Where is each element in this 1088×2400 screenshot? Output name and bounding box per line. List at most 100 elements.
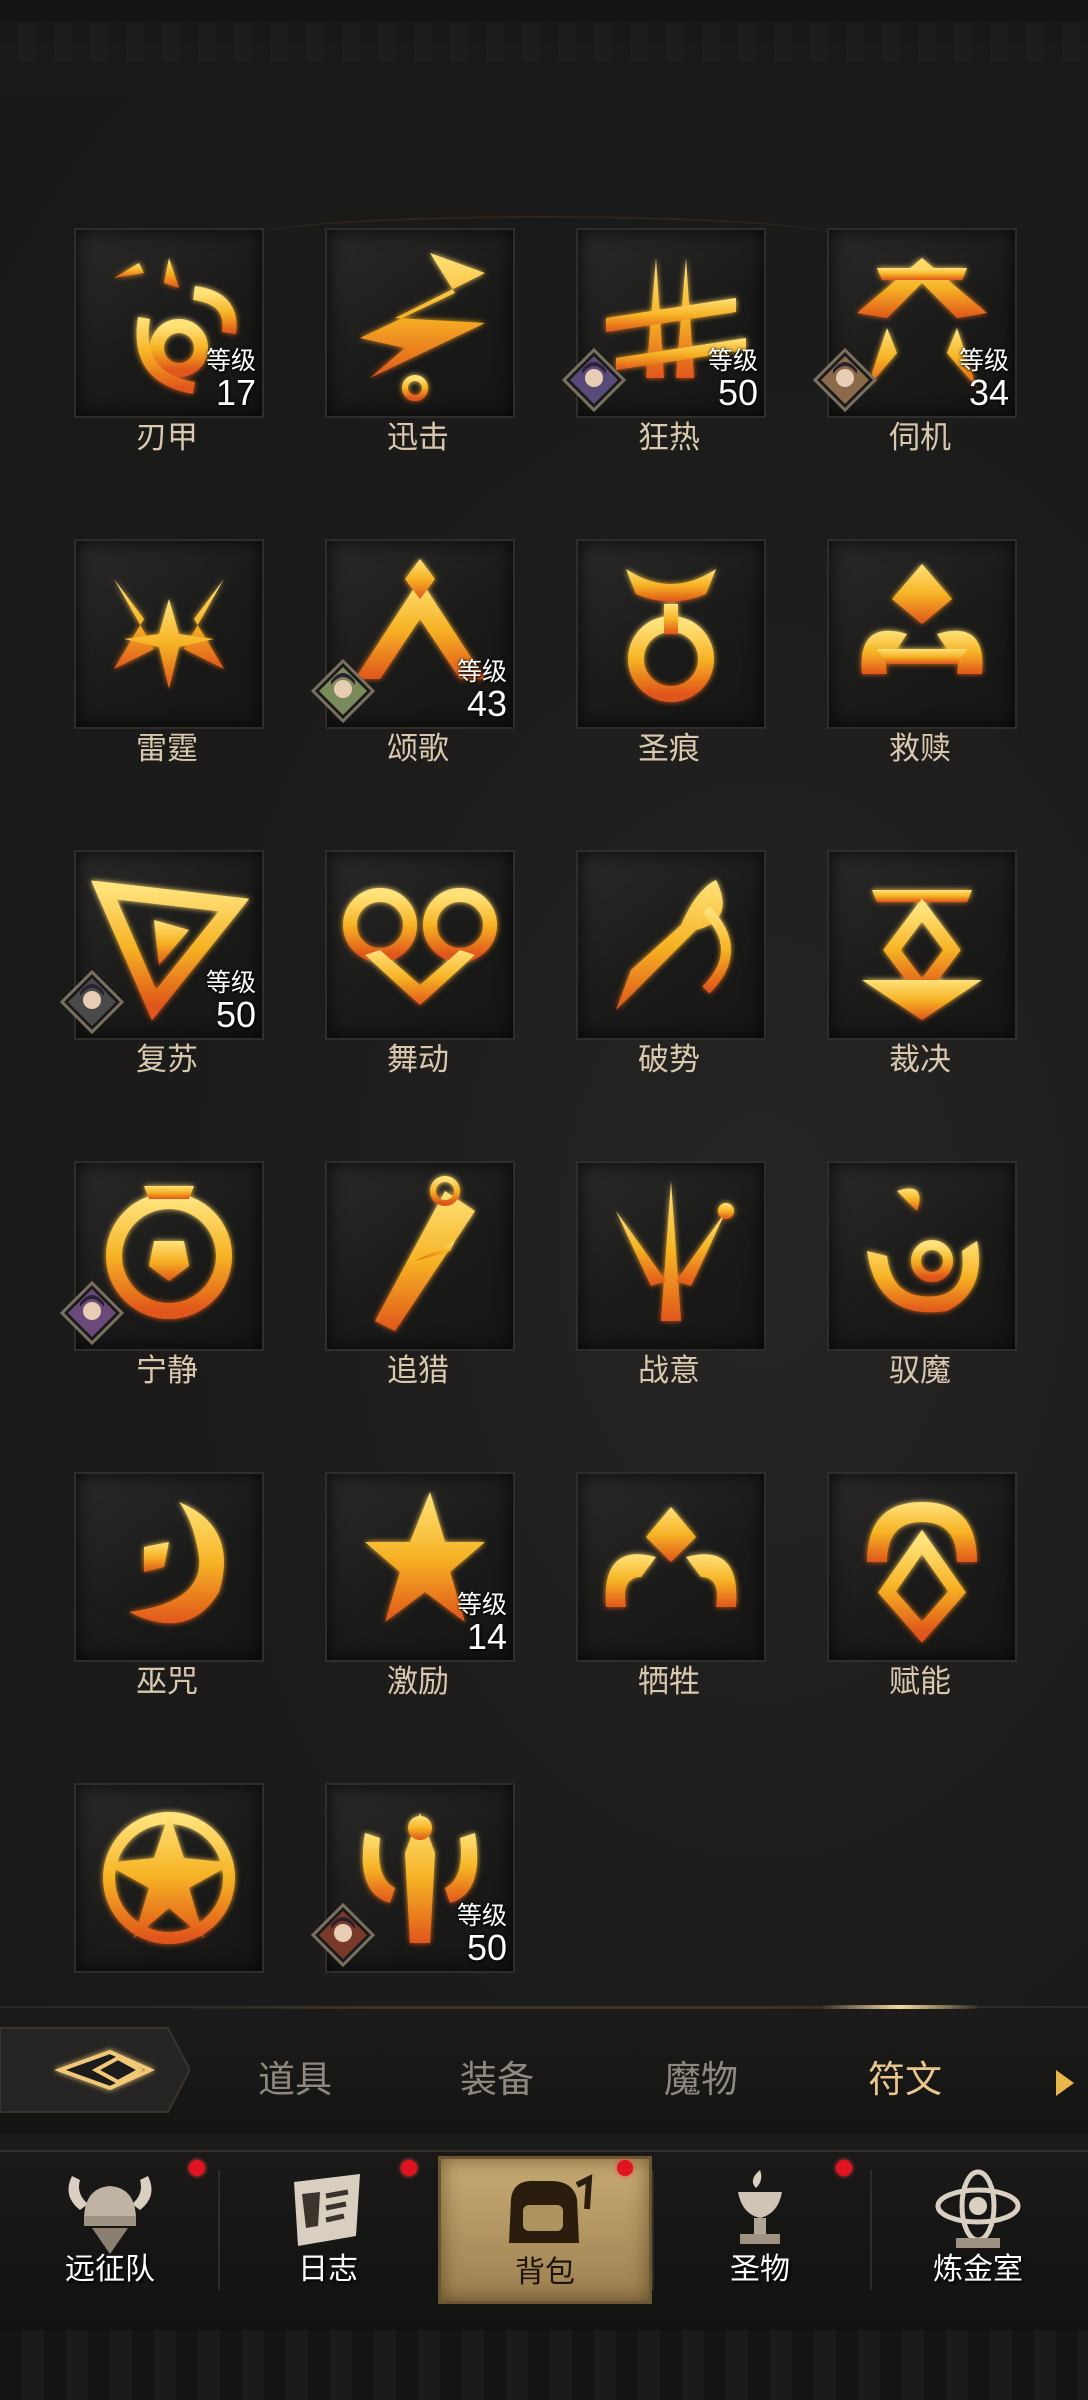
rune-slot[interactable]: 等级 14 激励 bbox=[325, 1472, 515, 1702]
tab-items[interactable]: 道具 bbox=[230, 2040, 360, 2120]
rune-tile[interactable] bbox=[827, 1161, 1017, 1351]
rune-slot[interactable]: 等级 17 刃甲 bbox=[74, 228, 264, 458]
rune-name: 战意 bbox=[638, 1353, 700, 1389]
nav-separator bbox=[652, 2170, 654, 2290]
rune-tile[interactable]: 等级 50 bbox=[60, 850, 264, 1040]
nav-relics[interactable]: 圣物 bbox=[656, 2156, 864, 2298]
level-value: 50 bbox=[466, 1927, 507, 1968]
rune-glyph-icon bbox=[861, 564, 983, 674]
rune-name: 救赎 bbox=[889, 731, 951, 767]
rune-slot[interactable]: 牺牲 bbox=[576, 1472, 766, 1702]
rune-glyph-icon bbox=[616, 1181, 734, 1321]
rune-slot[interactable]: 驭魔 bbox=[827, 1161, 1017, 1391]
rune-glyph-icon bbox=[129, 1502, 224, 1624]
rune-slot[interactable]: 迅击 bbox=[325, 228, 515, 458]
rune-tile[interactable] bbox=[325, 850, 515, 1040]
backpack-icon bbox=[509, 2173, 593, 2243]
rune-tile[interactable]: 等级 17 bbox=[74, 228, 264, 418]
rune-glyph-icon bbox=[867, 1188, 979, 1313]
rune-glyph-icon bbox=[103, 1812, 235, 1944]
rune-glyph-icon bbox=[114, 579, 224, 689]
tab-home-emblem[interactable] bbox=[0, 2024, 192, 2116]
rune-slot[interactable]: 追猎 bbox=[325, 1161, 515, 1391]
rune-name: 颂歌 bbox=[387, 731, 449, 767]
rune-slot[interactable]: 等级 34 伺机 bbox=[813, 228, 1017, 458]
relic-chalice-icon bbox=[738, 2170, 782, 2244]
nav-separator bbox=[218, 2170, 220, 2290]
nav-badge-dot bbox=[189, 2160, 205, 2176]
rune-slot[interactable]: 巫咒 bbox=[74, 1472, 264, 1702]
rune-name: 伺机 bbox=[889, 420, 951, 456]
nav-alchemy-room[interactable]: 炼金室 bbox=[874, 2156, 1082, 2298]
tab-monsters[interactable]: 魔物 bbox=[636, 2040, 766, 2120]
rune-name: 裁决 bbox=[889, 1042, 951, 1078]
rune-tile[interactable] bbox=[576, 539, 766, 729]
level-label: 等级 bbox=[456, 657, 507, 686]
rune-slot[interactable]: 裁决 bbox=[827, 850, 1017, 1080]
rune-tile[interactable] bbox=[60, 1161, 264, 1351]
hero-avatar-icon bbox=[813, 348, 877, 412]
rune-name: 激励 bbox=[387, 1664, 449, 1700]
rune-tile[interactable] bbox=[576, 850, 766, 1040]
rune-glyph-icon bbox=[626, 569, 716, 702]
tab-runes[interactable]: 符文 bbox=[840, 2040, 970, 2120]
rune-slot[interactable]: 等级 43 颂歌 bbox=[311, 539, 515, 769]
rune-tile[interactable]: 等级 50 bbox=[562, 228, 766, 418]
rune-name: 宁静 bbox=[136, 1353, 198, 1389]
rune-name: 巫咒 bbox=[136, 1664, 198, 1700]
rune-tile[interactable] bbox=[74, 1472, 264, 1662]
rune-tile[interactable]: 等级 14 bbox=[325, 1472, 515, 1662]
rune-tile[interactable] bbox=[74, 539, 264, 729]
rune-slot[interactable]: 舞动 bbox=[325, 850, 515, 1080]
rune-tile[interactable] bbox=[827, 539, 1017, 729]
rune-tile[interactable] bbox=[576, 1161, 766, 1351]
nav-expedition[interactable]: 远征队 bbox=[6, 2156, 214, 2298]
rune-tile[interactable] bbox=[576, 1472, 766, 1662]
rune-slot[interactable]: 战意 bbox=[576, 1161, 766, 1391]
scroll-icon bbox=[294, 2174, 360, 2246]
hero-avatar-icon bbox=[60, 1281, 124, 1345]
rune-tile[interactable]: 等级 50 bbox=[311, 1783, 515, 1973]
rune-glyph-icon bbox=[375, 1176, 475, 1331]
nav-journal[interactable]: 日志 bbox=[224, 2156, 432, 2298]
rune-name: 复苏 bbox=[136, 1042, 198, 1078]
nav-badge-dot bbox=[401, 2160, 417, 2176]
rune-slot[interactable] bbox=[74, 1783, 264, 2013]
rune-slot[interactable]: 宁静 bbox=[60, 1161, 264, 1391]
level-label: 等级 bbox=[456, 1590, 507, 1619]
rune-glyph-icon bbox=[605, 1507, 737, 1607]
rune-name: 舞动 bbox=[387, 1042, 449, 1078]
tabs-next-arrow-icon[interactable] bbox=[1054, 2068, 1076, 2098]
rune-tile[interactable] bbox=[827, 1472, 1017, 1662]
rune-slot[interactable]: 等级 50 bbox=[311, 1783, 515, 2013]
rune-tile[interactable] bbox=[827, 850, 1017, 1040]
hero-avatar-icon bbox=[311, 659, 375, 723]
rune-slot[interactable]: 赋能 bbox=[827, 1472, 1017, 1702]
level-value: 43 bbox=[466, 683, 507, 724]
nav-label: 远征队 bbox=[65, 2252, 155, 2287]
rune-glyph-icon bbox=[360, 253, 485, 401]
rune-slot[interactable]: 雷霆 bbox=[74, 539, 264, 769]
rune-name: 圣痕 bbox=[638, 731, 700, 767]
rune-glyph-icon bbox=[343, 888, 497, 1005]
rune-name: 驭魔 bbox=[889, 1353, 951, 1389]
nav-label: 日志 bbox=[298, 2252, 358, 2287]
rune-slot[interactable]: 等级 50 复苏 bbox=[60, 850, 264, 1080]
rune-slot[interactable]: 破势 bbox=[576, 850, 766, 1080]
tab-equipment[interactable]: 装备 bbox=[432, 2040, 562, 2120]
nav-badge-dot bbox=[836, 2160, 852, 2176]
bottom-decorative-frame bbox=[0, 2330, 1088, 2400]
rune-tile[interactable]: 等级 34 bbox=[813, 228, 1017, 418]
rune-tile[interactable]: 等级 43 bbox=[311, 539, 515, 729]
nav-backpack[interactable]: 背包 bbox=[438, 2156, 652, 2304]
rune-slot[interactable]: 等级 50 狂热 bbox=[562, 228, 766, 458]
rune-slot[interactable]: 圣痕 bbox=[576, 539, 766, 769]
alchemy-icon bbox=[935, 2169, 1021, 2248]
rune-tile[interactable] bbox=[325, 228, 515, 418]
hero-avatar-icon bbox=[311, 1903, 375, 1967]
rune-slot[interactable]: 救赎 bbox=[827, 539, 1017, 769]
tab-emblem-icon bbox=[0, 2027, 192, 2113]
rune-tile[interactable] bbox=[74, 1783, 264, 1973]
rune-name: 刃甲 bbox=[136, 420, 198, 456]
rune-tile[interactable] bbox=[325, 1161, 515, 1351]
